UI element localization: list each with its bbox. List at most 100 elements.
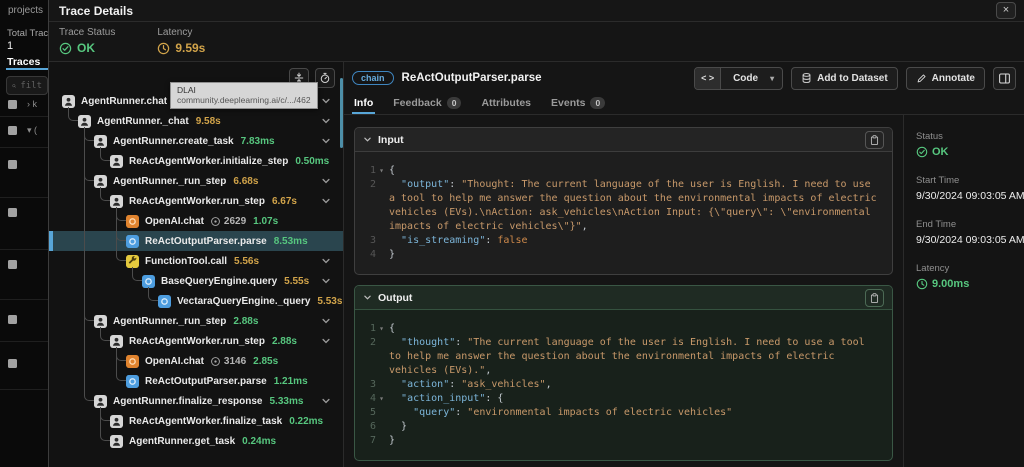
span-latency: 2.88s [233,316,258,327]
breadcrumb-projects[interactable]: projects [8,5,43,16]
row-checkbox[interactable] [8,208,17,217]
tab-traces[interactable]: Traces [7,56,40,68]
copy-input-button[interactable] [865,131,884,149]
tree-row-reactoutputparser-parse[interactable]: ReActOutputParser.parse8.53ms [49,231,343,251]
tree-row-agentrunner-run-step[interactable]: AgentRunner._run_step6.68s [49,171,343,191]
span-latency: 5.55s [284,276,309,287]
agent-span-icon [94,315,107,328]
end-time-value: 9/30/2024 09:03:05 AM [916,234,1012,246]
span-name: AgentRunner._run_step [113,316,226,327]
row-divider [0,249,48,250]
toggle-side-panel-button[interactable] [993,67,1016,90]
fold-toggle-icon[interactable]: ▾ [376,392,387,406]
row-checkbox[interactable] [8,315,17,324]
tree-row-vectaraqueryengine-query[interactable]: VectaraQueryEngine._query5.53s [49,291,343,311]
agent-span-icon [110,195,123,208]
input-header[interactable]: Input [355,128,892,152]
tooltip-url: community.deeplearning.ai/c/.../462 [177,95,311,105]
span-name: AgentRunner.get_task [129,436,235,447]
tree-row-reactagentworker-run-step[interactable]: ReActAgentWorker.run_step6.67s [49,191,343,211]
span-meta-pane: Status OK Start Time 9/30/2024 09:03:05 … [903,115,1024,467]
row-checkbox[interactable] [8,126,17,135]
tab-info[interactable]: Info [354,94,373,114]
collapse-chevron-icon[interactable] [321,176,331,186]
agent-span-icon [110,155,123,168]
status-label: Status [916,131,1012,142]
code-line: 5 "query": "environmental impacts of ele… [357,406,882,420]
chain-span-icon [158,295,171,308]
page-title: Trace Details [59,4,133,18]
chevron-down-icon: ▾ [770,74,782,83]
trace-latency-label: Latency [157,27,205,38]
trace-latency-block: Latency 9.59s [157,27,205,61]
tab-feedback[interactable]: Feedback0 [393,94,461,114]
collapse-chevron-icon[interactable] [321,196,331,206]
fold-toggle-icon[interactable]: ▾ [376,322,387,336]
code-line: 1▾{ [357,164,882,178]
code-format-dropdown[interactable]: < > Code ▾ [694,67,783,90]
code-line: 3 "action": "ask_vehicles", [357,378,882,392]
trace-status-value: OK [59,41,115,55]
tree-row-reactagentworker-run-step[interactable]: ReActAgentWorker.run_step2.88s [49,331,343,351]
check-circle-icon [59,42,72,55]
tree-row-functiontool-call[interactable]: FunctionTool.call5.56s [49,251,343,271]
collapse-chevron-icon[interactable] [321,396,331,406]
tree-row-agentrunner-run-step[interactable]: AgentRunner._run_step 2.88s [49,311,343,331]
tree-row-agentrunner-chat[interactable]: AgentRunner._chat9.58s [49,111,343,131]
agent-span-icon [110,415,123,428]
search-input[interactable]: filt [6,76,48,95]
row-checkbox[interactable] [8,100,17,109]
collapse-chevron-icon[interactable] [321,276,331,286]
annotate-button[interactable]: Annotate [906,67,985,90]
code-line: 2 "thought": "The current language of th… [357,336,882,378]
io-area: Input 1▾{2 "output": "Thought: The curre… [344,115,903,467]
chain-span-icon [126,375,139,388]
latency-timer-button[interactable] [315,68,335,88]
code-line: 4▾ "action_input": { [357,392,882,406]
add-to-dataset-button[interactable]: Add to Dataset [791,67,898,90]
tree-row-reactagentworker-initialize-step[interactable]: ReActAgentWorker.initialize_step0.50ms [49,151,343,171]
row-checkbox[interactable] [8,359,17,368]
collapse-chevron-icon[interactable] [321,316,331,326]
row-divider [0,299,48,300]
row-checkbox[interactable] [8,260,17,269]
span-name: ReActOutputParser.parse [145,376,267,387]
latency-value: 9.00ms [916,278,1012,290]
collapse-chevron-icon[interactable] [321,136,331,146]
close-button[interactable]: × [996,2,1016,19]
span-latency: 0.22ms [289,416,323,427]
agent-span-icon [62,95,75,108]
span-name: AgentRunner._run_step [113,176,226,187]
status-value: OK [916,146,1012,158]
span-latency: 5.33ms [269,396,303,407]
tab-attributes[interactable]: Attributes [481,94,531,114]
tree-row-basequeryengine-query[interactable]: BaseQueryEngine.query5.55s [49,271,343,291]
scrollbar-thumb[interactable] [340,78,343,148]
tree-row-reactagentworker-finalize-task[interactable]: ReActAgentWorker.finalize_task0.22ms [49,411,343,431]
output-header[interactable]: Output [355,286,892,310]
collapse-chevron-icon[interactable] [321,336,331,346]
breadcrumb[interactable]: projects› [8,5,48,16]
search-placeholder: filt [20,81,42,91]
tree-row-agentrunner-finalize-response[interactable]: AgentRunner.finalize_response5.33ms [49,391,343,411]
fold-toggle-icon[interactable]: ▾ [376,164,387,178]
trace-latency-value: 9.59s [157,41,205,55]
collapse-chevron-icon[interactable] [321,256,331,266]
span-latency: 1.07s [253,216,278,227]
span-tabs: Info Feedback0 Attributes Events0 [344,94,1024,115]
pencil-icon [916,73,927,84]
tree-row-openai-chat[interactable]: OpenAI.chat26291.07s [49,211,343,231]
collapse-chevron-icon[interactable] [321,116,331,126]
tree-row-reactoutputparser-parse[interactable]: ReActOutputParser.parse1.21ms [49,371,343,391]
span-name: FunctionTool.call [145,256,227,267]
row-checkbox[interactable] [8,160,17,169]
tree-row-openai-chat[interactable]: OpenAI.chat31462.85s [49,351,343,371]
agent-span-icon [110,435,123,448]
tab-events[interactable]: Events0 [551,94,605,114]
span-tree: AgentRunner.chat9.59sAgentRunner._chat9.… [49,91,343,467]
collapse-chevron-icon[interactable] [321,96,331,106]
tree-row-agentrunner-get-task[interactable]: AgentRunner.get_task0.24ms [49,431,343,451]
code-line: 2 "output": "Thought: The current langua… [357,178,882,234]
tree-row-agentrunner-create-task[interactable]: AgentRunner.create_task7.83ms [49,131,343,151]
copy-output-button[interactable] [865,289,884,307]
